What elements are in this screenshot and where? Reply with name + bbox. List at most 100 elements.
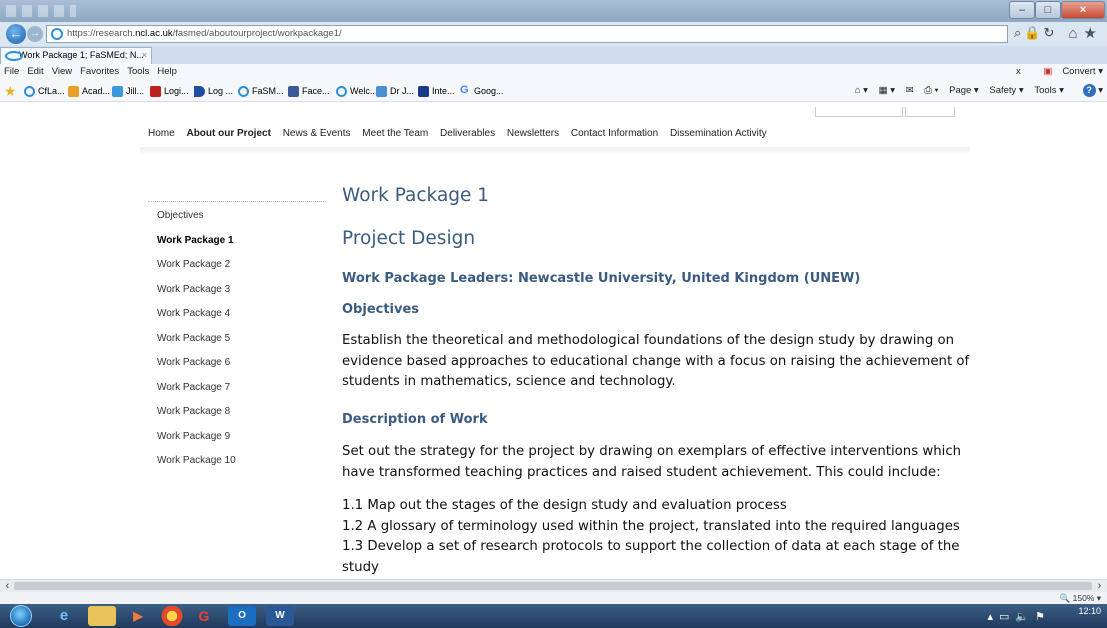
minimize-button[interactable]: – xyxy=(1009,1,1035,19)
page-menu[interactable]: Page ▾ xyxy=(949,85,979,96)
sidebar-item-work-package-4[interactable]: Work Package 4 xyxy=(148,300,324,325)
convert-button[interactable]: ▣ Convert ▾ xyxy=(1033,66,1103,77)
sidebar-menu: Objectives Work Package 1 Work Package 2… xyxy=(148,201,324,472)
favorite-link[interactable]: FaSM... xyxy=(238,80,284,102)
sidebar-item-work-package-5[interactable]: Work Package 5 xyxy=(148,325,324,350)
sidebar-item-work-package-6[interactable]: Work Package 6 xyxy=(148,349,324,374)
sidebar-item-work-package-1[interactable]: Work Package 1 xyxy=(148,227,324,252)
menu-help[interactable]: Help xyxy=(153,64,181,80)
favorite-link[interactable]: Logi... xyxy=(150,80,189,102)
media-player-taskbar-icon[interactable]: ▶ xyxy=(124,606,152,626)
academia-icon xyxy=(68,86,79,97)
explorer-taskbar-icon[interactable] xyxy=(88,606,116,626)
nav-contact-information[interactable]: Contact Information xyxy=(571,128,658,139)
chrome-taskbar-icon[interactable] xyxy=(158,606,186,626)
search-icon[interactable]: ⌕ xyxy=(1014,25,1024,40)
start-button[interactable] xyxy=(10,605,32,627)
mail-icon[interactable]: ✉ xyxy=(906,85,914,96)
outlook-taskbar-icon[interactable]: O xyxy=(228,606,256,626)
refresh-icon[interactable]: ↻ xyxy=(1043,25,1057,40)
address-bar[interactable]: https://research.ncl.ac.uk/fasmed/abouto… xyxy=(46,25,1008,43)
close-tab-icon[interactable]: × xyxy=(142,48,147,63)
ie-icon xyxy=(238,86,249,97)
favorite-link[interactable]: Dr J... xyxy=(376,80,414,102)
tools-menu[interactable]: Tools ▾ xyxy=(1034,85,1064,96)
menu-edit[interactable]: Edit xyxy=(23,64,47,80)
sidebar-item-work-package-3[interactable]: Work Package 3 xyxy=(148,276,324,301)
nav-newsletters[interactable]: Newsletters xyxy=(507,128,559,139)
close-window-button[interactable]: × xyxy=(1061,1,1105,19)
feeds-icon[interactable]: ▦ ▾ xyxy=(879,85,895,96)
back-button[interactable]: ← xyxy=(6,24,26,44)
network-icon[interactable]: ▭ xyxy=(999,611,1015,623)
menu-tools[interactable]: Tools xyxy=(123,64,153,80)
print-icon[interactable]: ⎙ ▾ xyxy=(924,85,938,96)
menu-bar: File Edit View Favorites Tools Help x ▣ Conver… xyxy=(0,64,1107,80)
horizontal-scrollbar[interactable]: ‹ › xyxy=(0,579,1107,592)
favorite-link[interactable]: CfLa... xyxy=(24,80,65,102)
ie-icon xyxy=(24,86,35,97)
lock-icon[interactable]: 🔒 xyxy=(1024,25,1043,40)
zoom-control[interactable]: 🔍 150% ▾ xyxy=(1060,592,1101,604)
flag-icon[interactable]: ⚑ xyxy=(1035,611,1051,623)
page-search-button-edge xyxy=(905,107,955,117)
scroll-left-arrow-icon[interactable]: ‹ xyxy=(1,580,14,592)
close-toolbar-button[interactable]: x xyxy=(1016,66,1021,77)
tray-arrow-icon[interactable]: ▴ xyxy=(987,611,999,623)
scroll-right-arrow-icon[interactable]: › xyxy=(1093,580,1106,592)
task-list: 1.1 Map out the stages of the design stu… xyxy=(342,496,982,578)
nav-deliverables[interactable]: Deliverables xyxy=(440,128,495,139)
favorites-star-icon[interactable]: ★ xyxy=(1084,25,1103,42)
menu-favorites[interactable]: Favorites xyxy=(76,64,123,80)
scrollbar-thumb[interactable] xyxy=(14,582,1092,590)
word-taskbar-icon[interactable]: W xyxy=(266,606,294,626)
sidebar-item-work-package-10[interactable]: Work Package 10 xyxy=(148,447,324,472)
ie-page-icon xyxy=(51,28,63,40)
favorite-link[interactable]: Acad... xyxy=(68,80,110,102)
favorite-link[interactable]: Face... xyxy=(288,80,330,102)
favorites-star-icon[interactable]: ★ xyxy=(4,83,17,99)
pointer-icon xyxy=(194,86,205,97)
volume-icon[interactable]: 🔈 xyxy=(1015,611,1035,623)
safety-menu[interactable]: Safety ▾ xyxy=(989,85,1023,96)
favorite-label: Log ... xyxy=(208,86,234,96)
favorite-link[interactable]: Welc... xyxy=(336,80,377,102)
clock[interactable]: 12:10 xyxy=(1078,606,1101,616)
taskbar: e ▶ G O W ▴▭🔈⚑ 12:10 xyxy=(0,604,1107,628)
page-subtitle: Project Design xyxy=(342,228,476,249)
sidebar-item-work-package-2[interactable]: Work Package 2 xyxy=(148,251,324,276)
home-icon[interactable]: ⌂ ▾ xyxy=(855,85,868,96)
sidebar-item-work-package-8[interactable]: Work Package 8 xyxy=(148,398,324,423)
google-taskbar-icon[interactable]: G xyxy=(190,606,218,626)
paragraph-line: have transformed teaching practices and … xyxy=(342,464,941,480)
leaders-heading: Work Package Leaders: Newcastle Universi… xyxy=(342,271,861,286)
menu-view[interactable]: View xyxy=(48,64,76,80)
tab-work-package-1[interactable]: Work Package 1; FaSMEd; N... × xyxy=(0,47,152,64)
ie-taskbar-icon[interactable]: e xyxy=(50,606,78,626)
nav-news-events[interactable]: News & Events xyxy=(283,128,351,139)
facebook-icon xyxy=(288,86,299,97)
maximize-button[interactable]: □ xyxy=(1035,1,1061,19)
convert-icon: ▣ xyxy=(1043,66,1053,77)
help-icon[interactable]: ? ▾ xyxy=(1075,83,1103,97)
home-icon[interactable]: ⌂ xyxy=(1068,25,1083,42)
favorite-link[interactable]: Inte... xyxy=(418,80,455,102)
favorite-label: Dr J... xyxy=(390,86,414,96)
people-icon xyxy=(376,86,387,97)
menu-file[interactable]: File xyxy=(0,64,23,80)
nav-home[interactable]: Home xyxy=(148,128,175,139)
favorite-link[interactable]: Log ... xyxy=(194,80,233,102)
convert-label: Convert xyxy=(1062,66,1096,77)
list-item: 1.3 Develop a set of research protocols … xyxy=(342,539,960,554)
nav-dissemination-activity[interactable]: Dissemination Activity xyxy=(670,128,767,139)
favorite-link[interactable]: Jill... xyxy=(112,80,144,102)
sidebar-item-objectives[interactable]: Objectives xyxy=(148,202,324,227)
forward-button[interactable]: → xyxy=(27,26,43,42)
description-paragraph: Set out the strategy for the project by … xyxy=(342,442,982,483)
sidebar-item-work-package-7[interactable]: Work Package 7 xyxy=(148,374,324,399)
nav-about-our-project[interactable]: About our Project xyxy=(186,128,270,139)
google-icon: G xyxy=(460,84,469,96)
favorite-link[interactable]: G Goog... xyxy=(460,80,504,102)
sidebar-item-work-package-9[interactable]: Work Package 9 xyxy=(148,423,324,448)
nav-meet-the-team[interactable]: Meet the Team xyxy=(362,128,428,139)
